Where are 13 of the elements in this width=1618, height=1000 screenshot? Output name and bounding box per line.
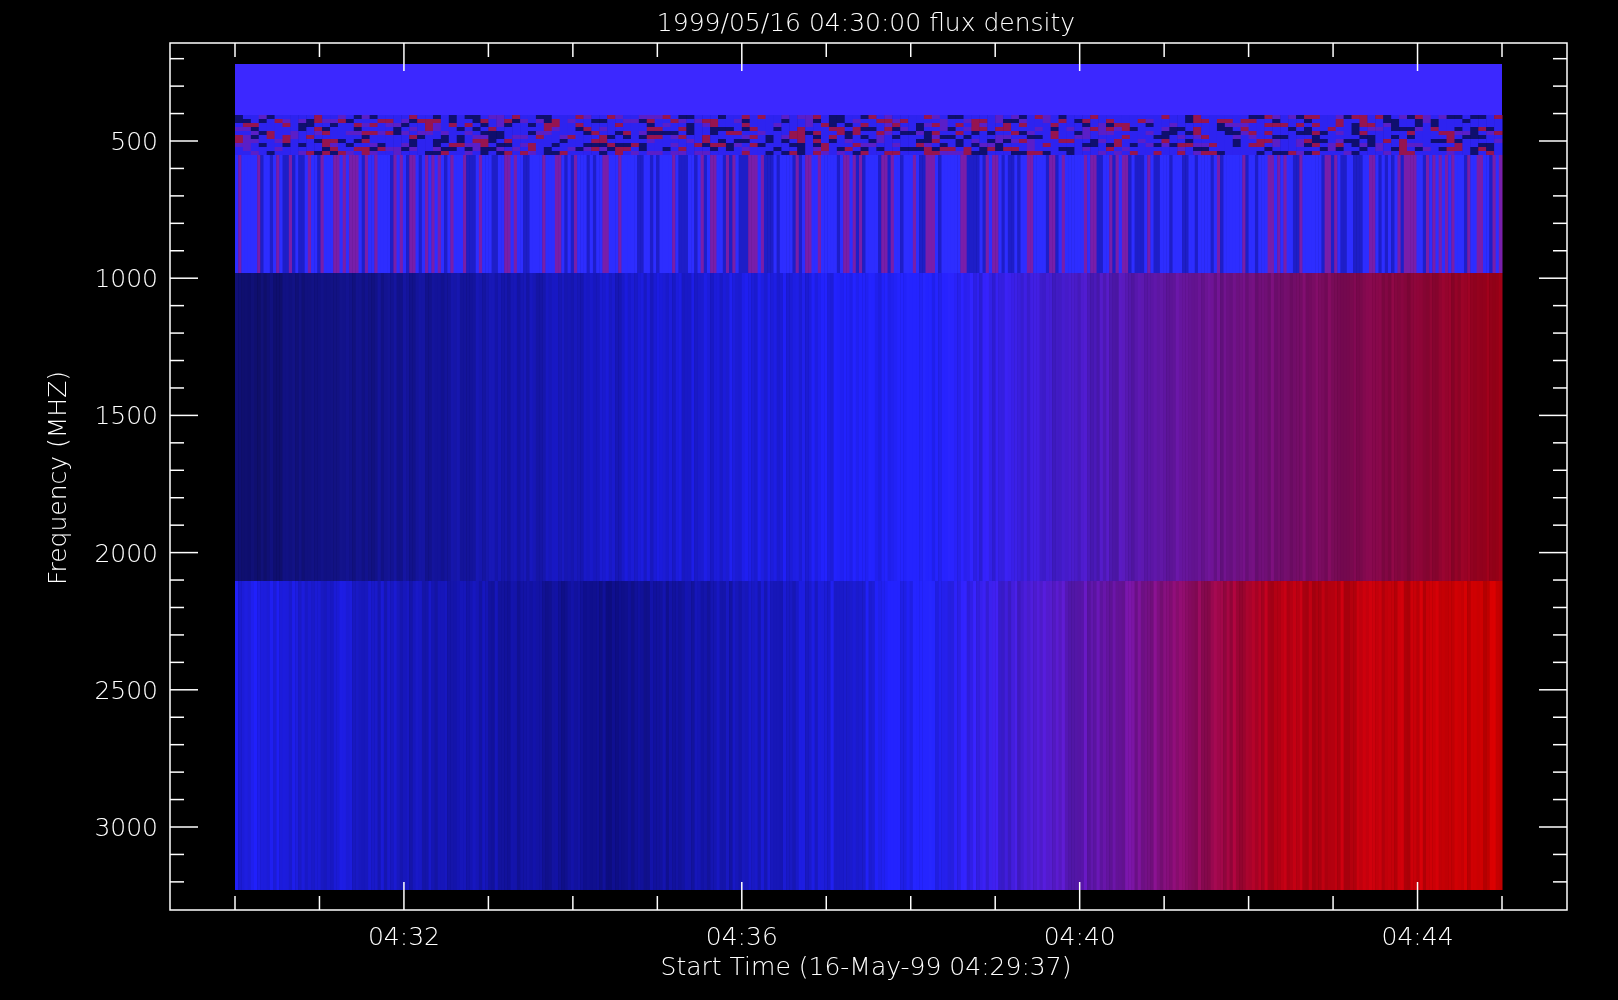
y-tick-label: 2000 — [94, 538, 158, 568]
plot-title: 1999/05/16 04:30:00 flux density — [656, 8, 1076, 37]
y-tick-label: 2500 — [94, 675, 158, 705]
y-axis-title: Frequency (MHZ) — [43, 370, 72, 586]
x-tick-label: 04:32 — [367, 922, 440, 951]
y-tick-label: 3000 — [94, 813, 158, 842]
y-tick-label: 500 — [110, 127, 158, 156]
x-tick-label: 04:36 — [705, 922, 778, 951]
y-tick-label: 1500 — [94, 401, 158, 431]
x-tick-label: 04:40 — [1043, 922, 1116, 951]
y-tick-label: 1000 — [94, 264, 158, 294]
x-axis-title: Start Time (16-May-99 04:29:37) — [660, 952, 1072, 981]
x-tick-label: 04:44 — [1381, 922, 1454, 951]
